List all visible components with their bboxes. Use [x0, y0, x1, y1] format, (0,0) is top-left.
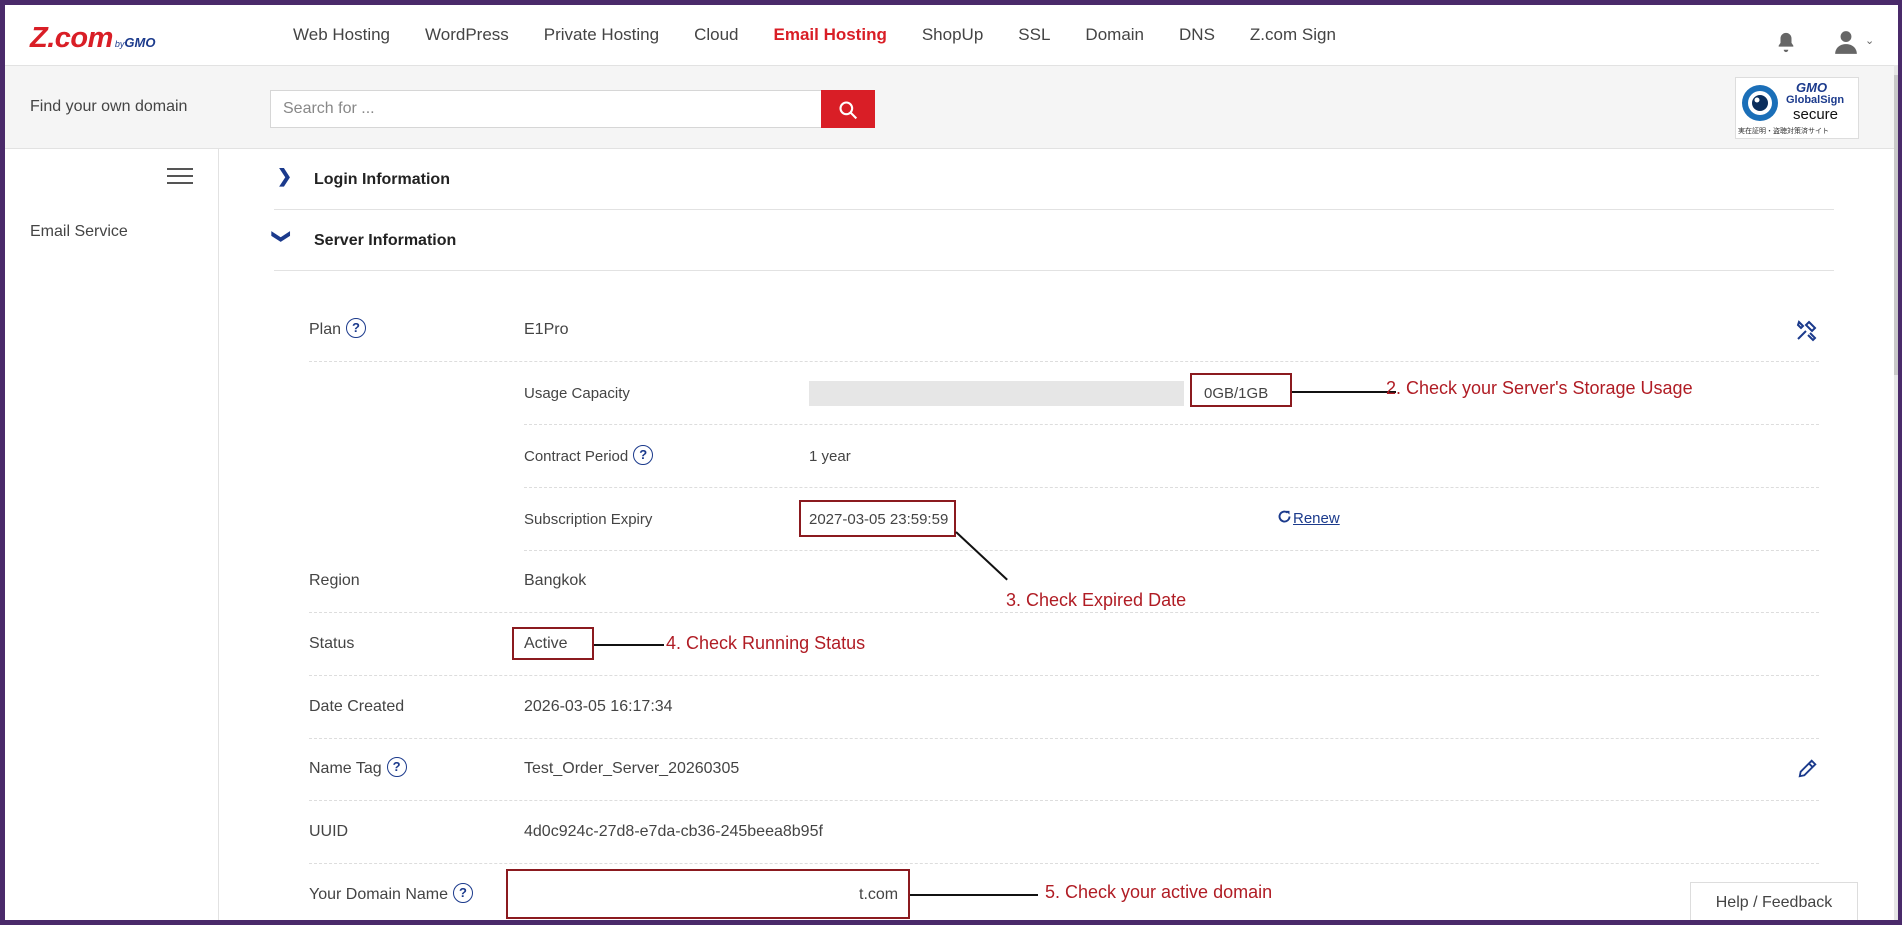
value-region: Bangkok	[524, 572, 587, 589]
row-uuid: UUID 4d0c924c-27d8-e7da-cb36-245beea8b95…	[309, 801, 1819, 864]
section-server-information[interactable]: ❯ Server Information	[272, 210, 1834, 271]
row-name-tag: Name Tag? Test_Order_Server_20260305	[309, 738, 1819, 801]
badge-gmo: GMO	[1796, 80, 1828, 95]
chevron-down-icon: ❯	[272, 228, 293, 245]
logo-brand: GMO	[124, 35, 156, 50]
label-subscription-expiry: Subscription Expiry	[524, 511, 653, 528]
nav-zcom-sign[interactable]: Z.com Sign	[1250, 25, 1336, 45]
annotation-line-status	[594, 644, 664, 646]
scrollbar-thumb[interactable]	[1894, 75, 1898, 375]
label-domain-name: Your Domain Name?	[309, 883, 474, 906]
value-plan: E1Pro	[524, 321, 569, 338]
tools-icon[interactable]	[1795, 318, 1819, 347]
badge-globalsign: GlobalSign	[1786, 94, 1845, 106]
annotation-running-status: 4. Check Running Status	[666, 633, 866, 653]
hamburger-menu-icon[interactable]	[167, 168, 193, 189]
find-domain-label: Find your own domain	[30, 98, 188, 115]
bell-icon[interactable]	[1775, 31, 1797, 58]
browser-viewport: Z.com byGMO Web Hosting WordPress Private…	[5, 5, 1898, 920]
annotation-box-usage	[1190, 373, 1292, 407]
label-plan: Plan?	[309, 318, 367, 341]
help-feedback-button[interactable]: Help / Feedback	[1690, 882, 1858, 920]
row-subscription-expiry: Subscription Expiry 2027-03-05 23:59:59 …	[524, 488, 1819, 551]
logo-main: Z.com	[30, 22, 113, 54]
nav-domain[interactable]: Domain	[1085, 25, 1144, 45]
annotation-storage-usage: 2. Check your Server's Storage Usage	[1386, 378, 1693, 398]
label-name-tag: Name Tag?	[309, 757, 407, 780]
label-uuid: UUID	[309, 823, 349, 840]
annotation-expired-date: 3. Check Expired Date	[1006, 590, 1187, 610]
nav-wordpress[interactable]: WordPress	[425, 25, 509, 45]
label-date-created: Date Created	[309, 698, 405, 715]
search-icon	[839, 101, 858, 120]
nav-cloud[interactable]: Cloud	[694, 25, 738, 45]
section-title: Server Information	[314, 232, 457, 249]
help-icon[interactable]: ?	[386, 757, 407, 777]
annotation-active-domain: 5. Check your active domain	[1045, 882, 1273, 902]
label-contract-period: Contract Period?	[524, 445, 654, 468]
user-icon[interactable]	[1833, 29, 1859, 60]
nav-shopup[interactable]: ShopUp	[922, 25, 983, 45]
value-date-created: 2026-03-05 16:17:34	[524, 698, 673, 715]
logo-by: by	[114, 39, 125, 49]
nav-email-hosting[interactable]: Email Hosting	[773, 25, 886, 45]
section-title: Login Information	[314, 171, 450, 188]
help-icon[interactable]: ?	[453, 883, 474, 903]
edit-pencil-icon[interactable]	[1797, 757, 1819, 784]
row-date-created: Date Created 2026-03-05 16:17:34	[309, 676, 1819, 739]
annotation-line-usage	[1292, 391, 1396, 393]
renew-link[interactable]: Renew	[1276, 509, 1340, 527]
value-name-tag: Test_Order_Server_20260305	[524, 760, 740, 777]
sidebar-item-email-service[interactable]: Email Service	[30, 223, 128, 241]
scrollbar[interactable]	[1894, 65, 1898, 920]
sidebar: Email Service	[5, 149, 219, 920]
main-content: ❯ Login Information ❯ Server Information…	[219, 149, 1889, 920]
label-usage-capacity: Usage Capacity	[524, 385, 630, 402]
domain-search-bar: Find your own domain GMO GlobalSign secu…	[5, 66, 1898, 149]
row-contract-period: Contract Period? 1 year	[524, 425, 1819, 488]
annotation-box-status	[512, 627, 594, 660]
section-login-information[interactable]: ❯ Login Information	[274, 149, 1834, 210]
globalsign-secure-badge[interactable]: GMO GlobalSign secure 実在証明・盗聴対策済サイト	[1735, 77, 1859, 139]
usage-progress-bar	[809, 381, 1184, 406]
nav-dns[interactable]: DNS	[1179, 25, 1215, 45]
nav-ssl[interactable]: SSL	[1018, 25, 1050, 45]
chevron-down-icon[interactable]: ⌄	[1865, 34, 1874, 47]
help-icon[interactable]: ?	[346, 318, 367, 338]
badge-caption: 実在証明・盗聴対策済サイト	[1738, 128, 1829, 135]
label-status: Status	[309, 635, 355, 652]
search-input[interactable]	[270, 90, 822, 128]
annotation-box-expiry	[799, 500, 956, 537]
annotation-box-domain	[506, 869, 910, 919]
main-menu: Web Hosting WordPress Private Hosting Cl…	[293, 25, 1371, 45]
nav-private-hosting[interactable]: Private Hosting	[544, 25, 659, 45]
nav-web-hosting[interactable]: Web Hosting	[293, 25, 390, 45]
value-contract-period: 1 year	[809, 448, 851, 465]
refresh-icon	[1278, 510, 1291, 523]
zcom-logo[interactable]: Z.com byGMO	[30, 22, 156, 54]
badge-secure: secure	[1793, 106, 1839, 123]
annotation-line-domain	[910, 894, 1038, 896]
row-plan: Plan? E1Pro	[309, 299, 1819, 362]
value-uuid: 4d0c924c-27d8-e7da-cb36-245beea8b95f	[524, 823, 823, 840]
top-navigation: Z.com byGMO Web Hosting WordPress Private…	[5, 5, 1898, 66]
label-region: Region	[309, 572, 360, 589]
chevron-right-icon: ❯	[277, 166, 293, 186]
search-button[interactable]	[821, 90, 875, 128]
help-icon[interactable]: ?	[633, 445, 654, 465]
